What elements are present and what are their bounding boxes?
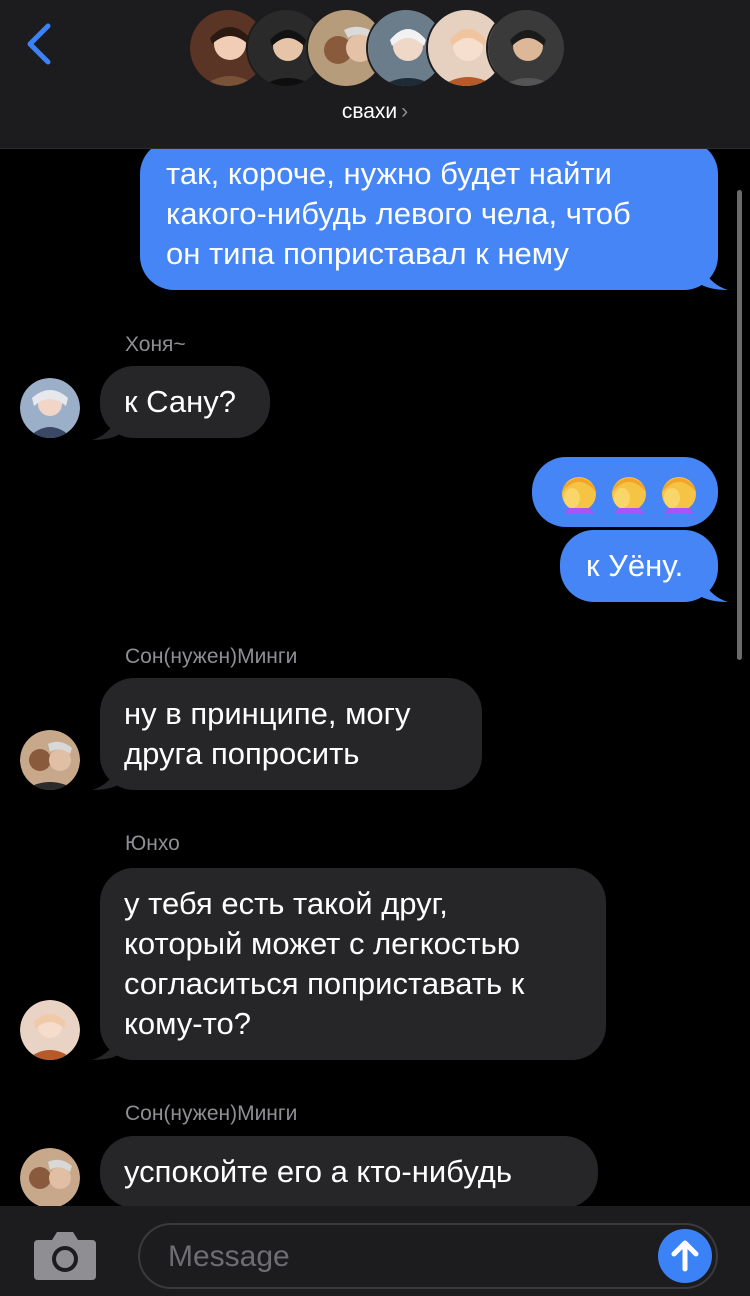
chevron-right-icon: › xyxy=(401,100,409,123)
message-composer xyxy=(0,1206,750,1296)
message-line: успокойте его а кто-нибудь xyxy=(124,1154,512,1189)
group-name[interactable]: свахи › xyxy=(0,100,750,124)
back-chevron-icon[interactable] xyxy=(22,22,58,66)
facepalm-emoji xyxy=(612,476,646,514)
message-line: он типа поприставал к нему xyxy=(166,236,569,271)
avatar[interactable] xyxy=(20,1148,80,1206)
incoming-message-bubble[interactable]: успокойте его а кто-нибудь xyxy=(100,1136,598,1206)
message-line: какого-нибудь левого чела, чтоб xyxy=(166,196,631,231)
sender-name: Юнхо xyxy=(125,832,180,855)
outgoing-message-bubble[interactable]: так, короче, нужно будет найти какого-ни… xyxy=(140,140,718,290)
bubble-tail xyxy=(700,262,728,290)
outgoing-message-bubble[interactable]: к Уёну. xyxy=(560,530,718,602)
avatar[interactable] xyxy=(20,1000,80,1060)
bubble-tail xyxy=(92,762,120,790)
facepalm-emoji xyxy=(662,476,696,514)
incoming-message-bubble[interactable]: у тебя есть такой друг, который может с … xyxy=(100,868,606,1060)
message-list[interactable]: так, короче, нужно будет найти какого-ни… xyxy=(0,0,750,1206)
message-line: к Сану? xyxy=(124,384,237,419)
message-line: согласиться поприставать к xyxy=(124,966,525,1001)
message-line: к Уёну. xyxy=(586,548,684,583)
sender-name: Сон(нужен)Минги xyxy=(125,645,298,668)
send-arrow-icon xyxy=(671,1240,699,1272)
group-title: свахи xyxy=(341,100,398,123)
group-avatars[interactable] xyxy=(188,8,568,92)
message-line: друга попросить xyxy=(124,736,360,771)
bubble-tail xyxy=(700,574,728,602)
avatar xyxy=(486,8,566,88)
camera-icon[interactable] xyxy=(32,1228,98,1282)
message-line: кому-то? xyxy=(124,1006,251,1041)
message-line: так, короче, нужно будет найти xyxy=(166,156,612,191)
incoming-message-bubble[interactable]: к Сану? xyxy=(100,366,270,438)
message-input[interactable] xyxy=(166,1225,640,1289)
conversation-header: свахи › xyxy=(0,0,750,149)
message-line: у тебя есть такой друг, xyxy=(124,886,448,921)
message-input-wrapper[interactable] xyxy=(138,1223,718,1289)
message-line: который может с легкостью xyxy=(124,926,520,961)
avatar[interactable] xyxy=(20,378,80,438)
sender-name: Хоня~ xyxy=(125,333,186,356)
outgoing-emoji-bubble[interactable] xyxy=(532,457,718,527)
scrollbar[interactable] xyxy=(737,190,742,660)
avatar[interactable] xyxy=(20,730,80,790)
send-button[interactable] xyxy=(658,1229,712,1283)
sender-name: Сон(нужен)Минги xyxy=(125,1102,298,1125)
message-line: ну в принципе, могу xyxy=(124,696,411,731)
incoming-message-bubble[interactable]: ну в принципе, могу друга попросить xyxy=(100,678,482,790)
facepalm-emoji xyxy=(562,476,596,514)
bubble-tail xyxy=(92,1032,120,1060)
bubble-tail xyxy=(92,412,120,440)
